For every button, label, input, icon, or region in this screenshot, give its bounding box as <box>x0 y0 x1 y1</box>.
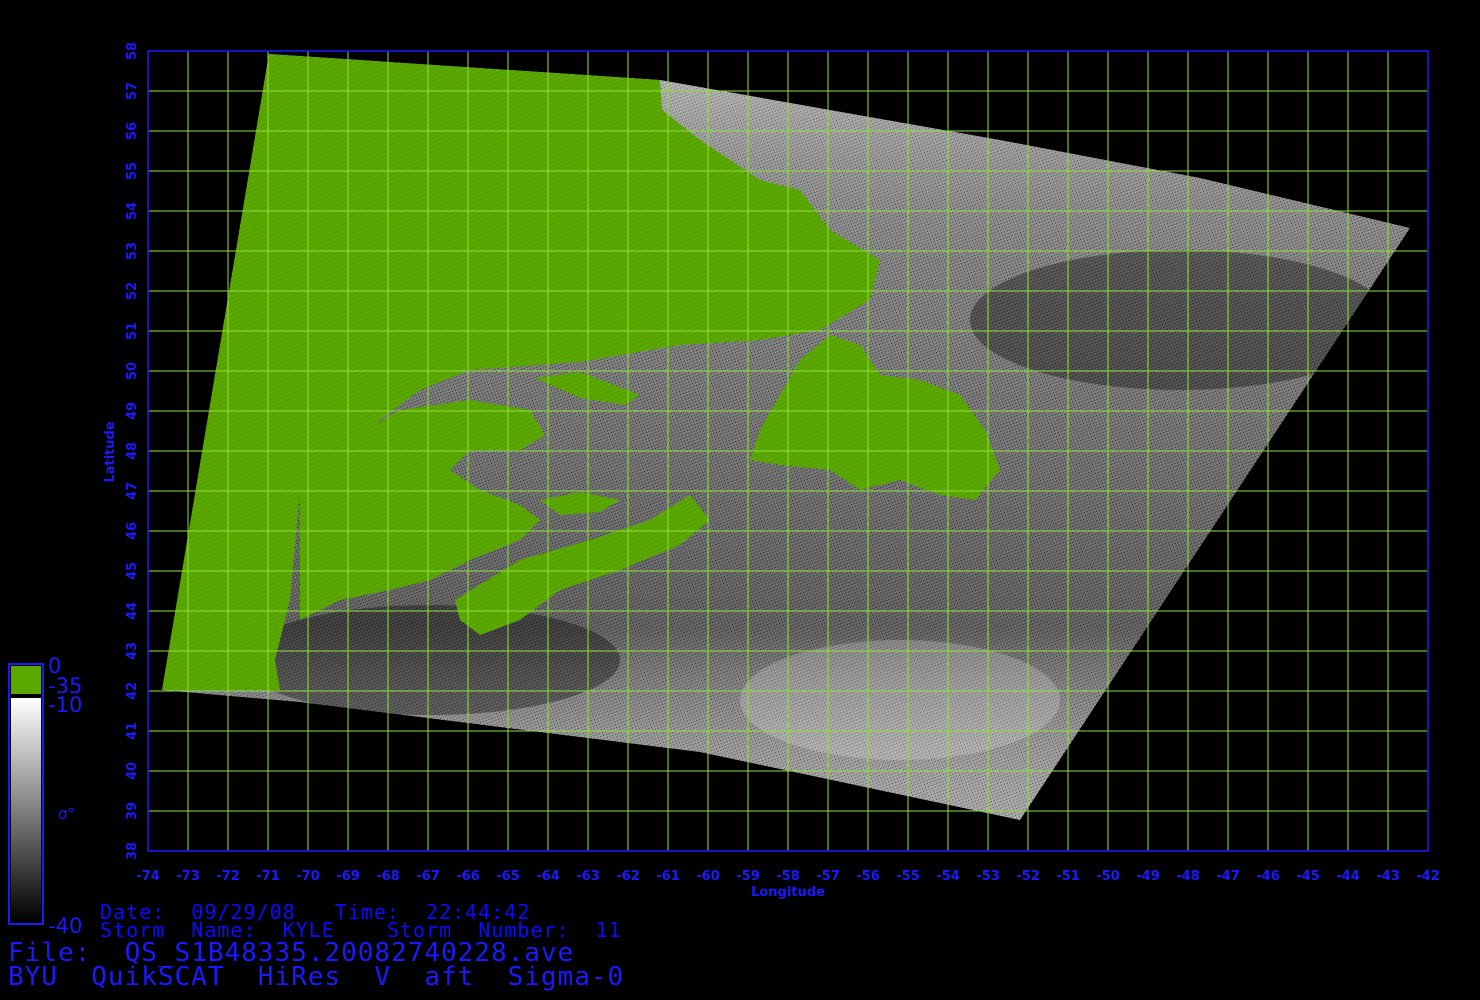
lon-tick-label: -49 <box>1136 869 1160 884</box>
lat-tick-label: 55 <box>125 162 140 180</box>
lat-tick-label: 56 <box>125 122 140 140</box>
lon-tick-label: -63 <box>576 869 600 884</box>
colorbar-land-segment <box>11 666 41 694</box>
lon-tick-label: -56 <box>856 869 880 884</box>
lon-tick-label: -65 <box>496 869 520 884</box>
lat-tick-label: 54 <box>125 202 140 220</box>
lon-tick-label: -71 <box>256 869 280 884</box>
lat-lon-grid <box>147 50 1429 852</box>
storm-info-line: Storm Name: KYLE Storm Number: 11 <box>100 918 622 942</box>
lon-tick-label: -60 <box>696 869 720 884</box>
lon-tick-label: -62 <box>616 869 640 884</box>
lat-tick-label: 58 <box>125 42 140 60</box>
lon-tick-label: -64 <box>536 869 560 884</box>
lon-tick-label: -44 <box>1336 869 1360 884</box>
lat-tick-label: 38 <box>125 842 140 860</box>
lat-tick-label: 50 <box>125 362 140 380</box>
lon-tick-label: -47 <box>1216 869 1240 884</box>
y-axis-label: Latitude <box>103 421 118 483</box>
latitude-tick-labels: 38 39 40 41 42 43 44 45 46 47 48 49 50 51 52 53 54 55 56 57… <box>125 42 140 860</box>
lon-tick-label: -66 <box>456 869 480 884</box>
lon-tick-label: -69 <box>336 869 360 884</box>
lat-tick-label: 43 <box>125 642 140 660</box>
lon-tick-label: -51 <box>1056 869 1080 884</box>
lat-tick-label: 40 <box>125 762 140 780</box>
lat-tick-label: 39 <box>125 802 140 820</box>
lon-tick-label: -55 <box>896 869 920 884</box>
lat-tick-label: 46 <box>125 522 140 540</box>
sigma0-map: -74 -73 -72 -71 -70 -69 -68 -67 -66 -65 -64 -63 -62 -… <box>8 42 1440 925</box>
lon-tick-label: -58 <box>776 869 800 884</box>
colorbar-label-land-top: 0 <box>48 654 62 678</box>
lon-tick-label: -68 <box>376 869 400 884</box>
lat-tick-label: 47 <box>125 482 140 500</box>
lon-tick-label: -70 <box>296 869 320 884</box>
lat-tick-label: 49 <box>125 402 140 420</box>
lon-tick-label: -67 <box>416 869 440 884</box>
lon-tick-label: -46 <box>1256 869 1280 884</box>
lon-tick-label: -59 <box>736 869 760 884</box>
x-axis-label: Longitude <box>751 885 825 900</box>
lon-tick-label: -61 <box>656 869 680 884</box>
colorbar <box>8 663 44 925</box>
product-title: BYU QuikSCAT HiRes V aft Sigma-0 <box>8 962 625 992</box>
lon-tick-label: -72 <box>216 869 240 884</box>
lat-tick-label: 45 <box>125 562 140 580</box>
lon-tick-label: -57 <box>816 869 840 884</box>
colorbar-label-ocean-top: -10 <box>48 693 83 717</box>
lat-tick-label: 53 <box>125 242 140 260</box>
lat-tick-label: 44 <box>125 602 140 620</box>
colorbar-label-ocean-bottom: -40 <box>48 914 83 938</box>
lat-tick-label: 42 <box>125 682 140 700</box>
lat-tick-label: 48 <box>125 442 140 460</box>
lon-tick-label: -43 <box>1376 869 1400 884</box>
lat-tick-label: 57 <box>125 82 140 100</box>
lon-tick-label: -48 <box>1176 869 1200 884</box>
colorbar-ocean-segment <box>11 698 41 922</box>
lon-tick-label: -52 <box>1016 869 1040 884</box>
lon-tick-label: -45 <box>1296 869 1320 884</box>
longitude-tick-labels: -74 -73 -72 -71 -70 -69 -68 -67 -66 -65 -64 -63 -62 -… <box>136 869 1440 884</box>
lat-tick-label: 41 <box>125 722 140 740</box>
lon-tick-label: -53 <box>976 869 1000 884</box>
lon-tick-label: -74 <box>136 869 160 884</box>
sigma0-symbol: σ° <box>58 805 76 823</box>
lon-tick-label: -50 <box>1096 869 1120 884</box>
lat-tick-label: 51 <box>125 322 140 340</box>
lon-tick-label: -54 <box>936 869 960 884</box>
lon-tick-label: -42 <box>1416 869 1440 884</box>
lon-tick-label: -73 <box>176 869 200 884</box>
lat-tick-label: 52 <box>125 282 140 300</box>
